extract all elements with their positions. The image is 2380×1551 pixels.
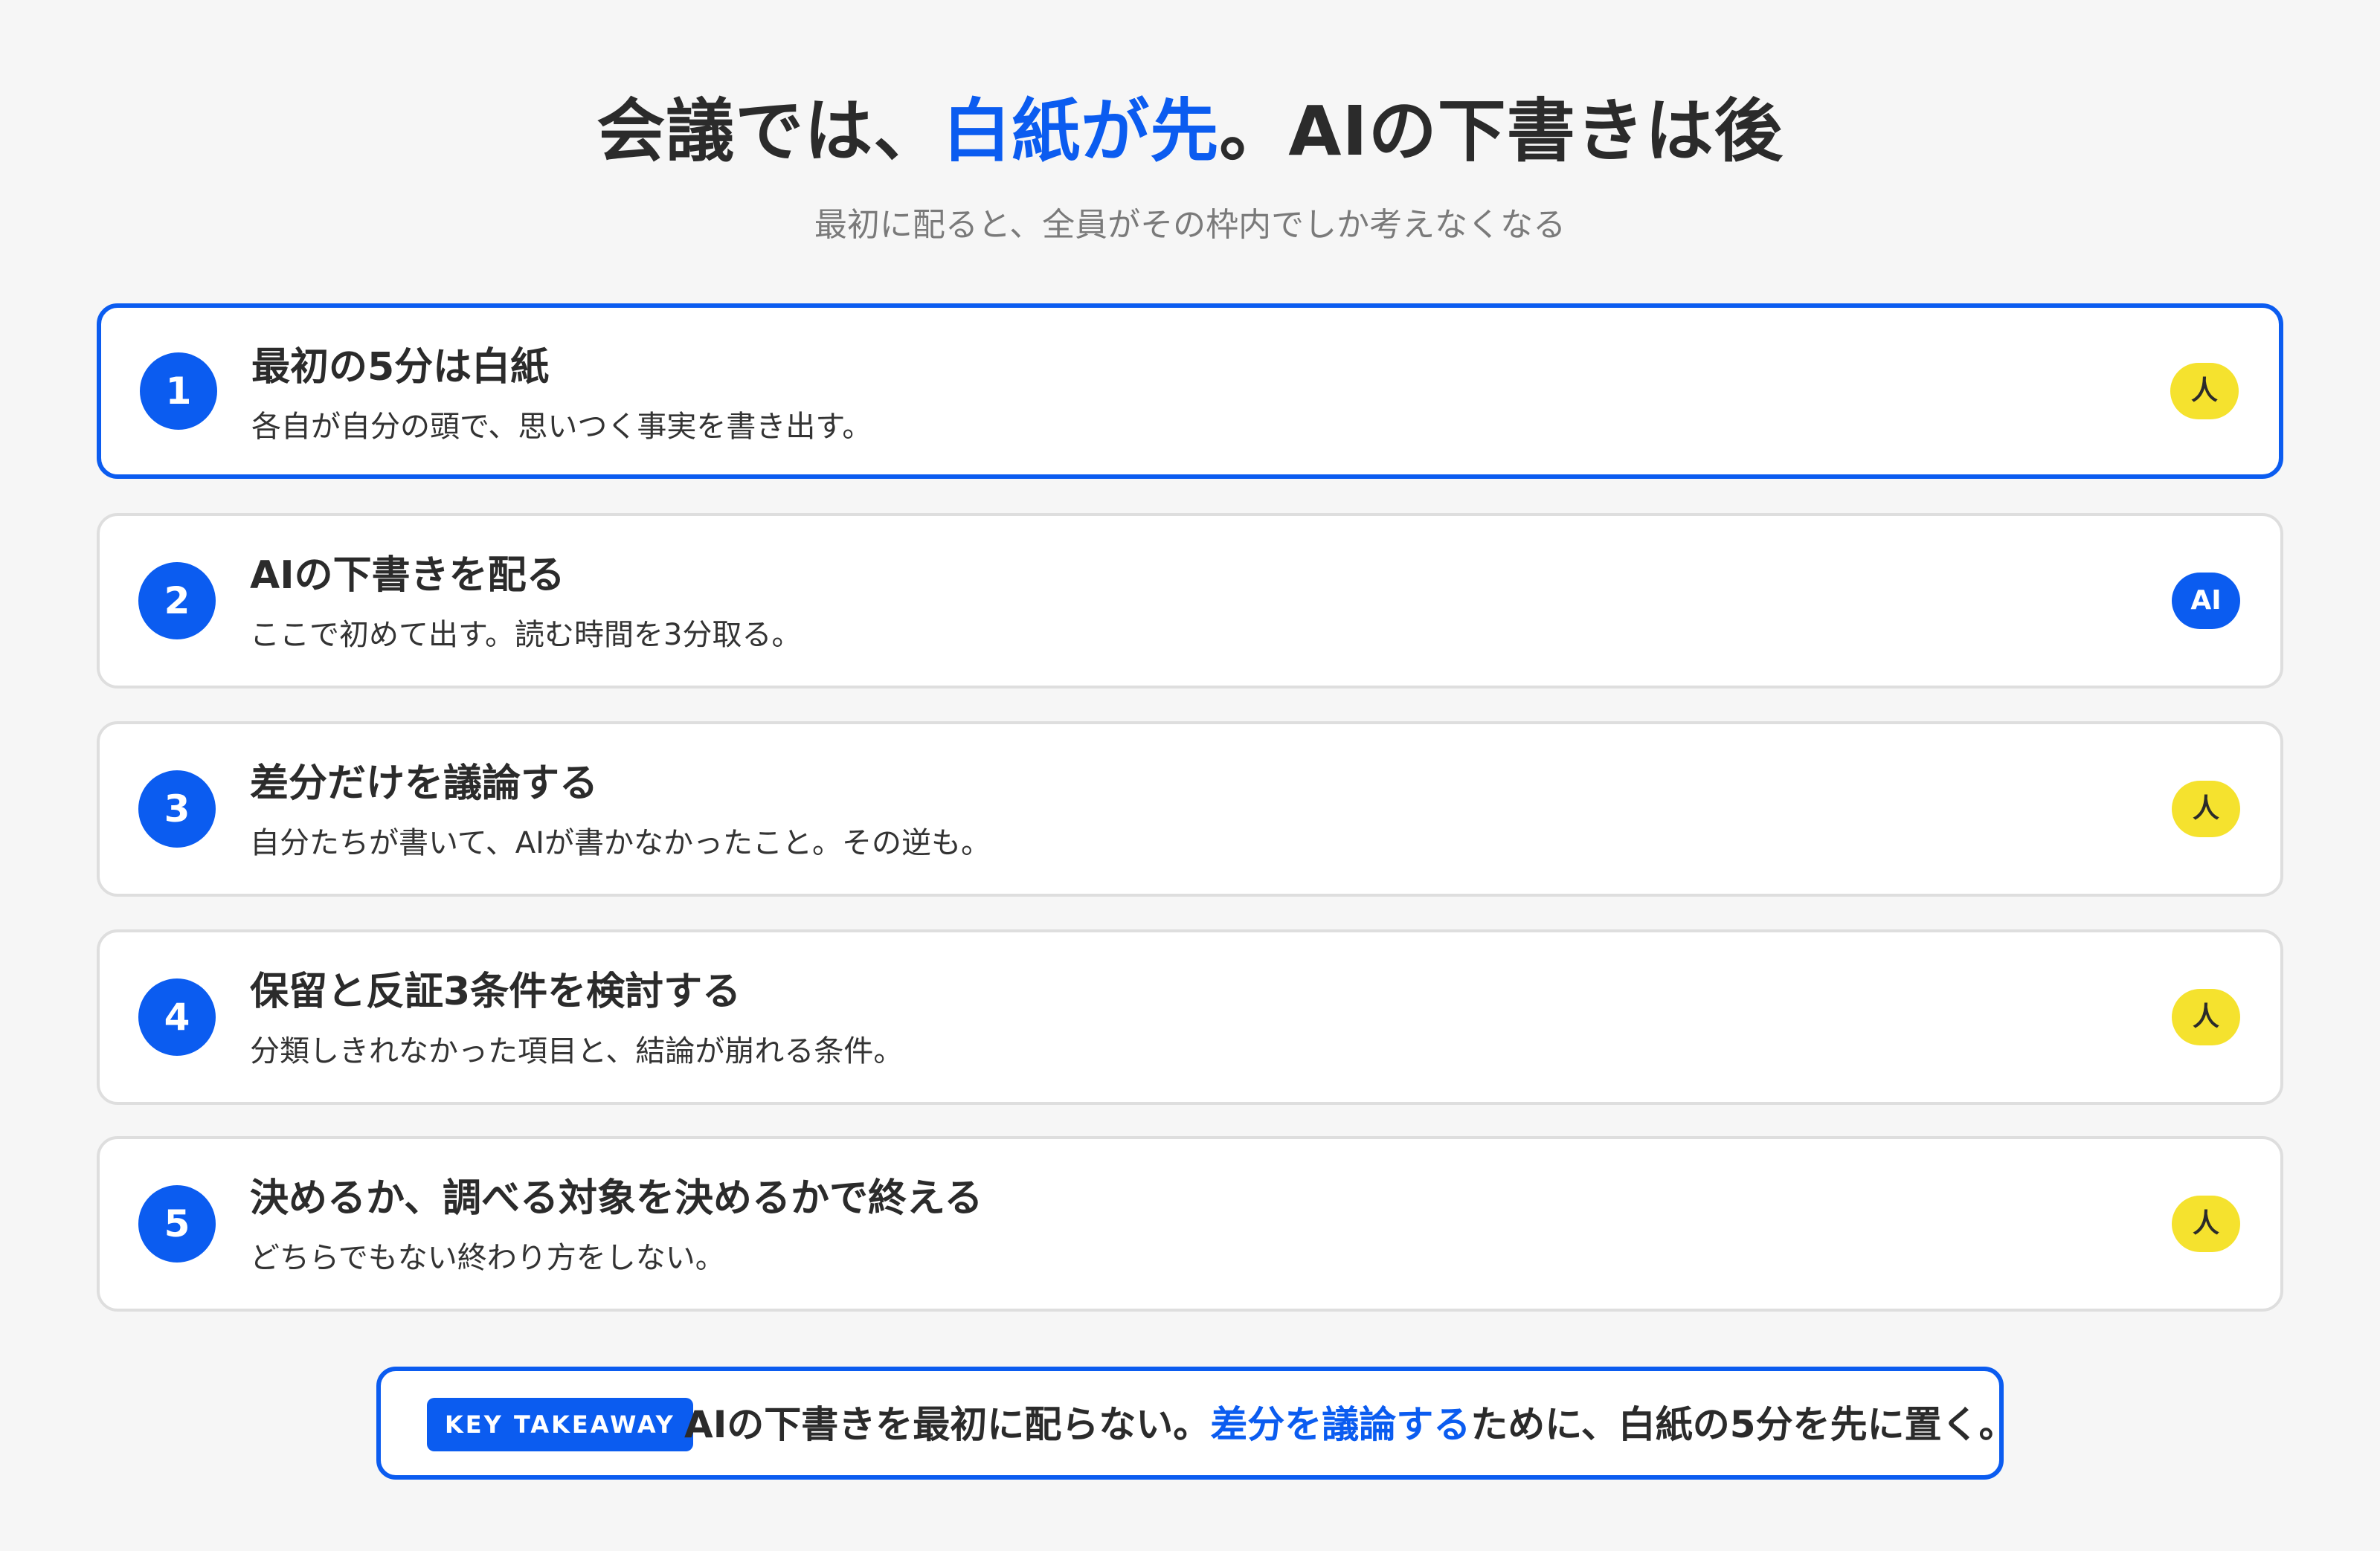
slide: 会議では、白紙が先。AIの下書きは後 最初に配ると、全員がその枠内でしか考えなく… (0, 0, 2380, 1551)
step-card-1: 1 最初の5分は白紙 各自が自分の頭で、思いつく事実を書き出す。 人 (97, 303, 2283, 479)
title-pre: 会議では、 (596, 91, 943, 171)
takeaway-pre: AIの下書きを最初に配らない。 (684, 1403, 1211, 1446)
step-title: 最初の5分は白紙 (251, 345, 550, 390)
step-description: ここで初めて出す。読む時間を3分取る。 (250, 618, 802, 652)
takeaway-accent: 差分を議論する (1210, 1403, 1471, 1446)
human-badge: 人 (2172, 781, 2240, 837)
step-description: どちらでもない終わり方をしない。 (250, 1241, 725, 1275)
ai-badge: AI (2172, 573, 2240, 629)
page-title: 会議では、白紙が先。AIの下書きは後 (0, 83, 2380, 180)
step-description: 各自が自分の頭で、思いつく事実を書き出す。 (251, 410, 872, 444)
step-title: 決めるか、調べる対象を決めるかで終える (250, 1176, 983, 1221)
step-description: 自分たちが書いて、AIが書かなかったこと。その逆も。 (250, 826, 991, 860)
key-takeaway-tag: KEY TAKEAWAY (427, 1398, 693, 1451)
human-badge: 人 (2172, 989, 2240, 1045)
step-number: 1 (140, 352, 217, 430)
step-card-4: 4 保留と反証3条件を検討する 分類しきれなかった項目と、結論が崩れる条件。 人 (97, 929, 2283, 1105)
human-badge: 人 (2170, 363, 2239, 419)
step-number: 4 (138, 978, 216, 1056)
title-post: 。AIの下書きは後 (1219, 91, 1784, 171)
human-badge: 人 (2172, 1196, 2240, 1252)
step-title: AIの下書きを配る (250, 553, 565, 598)
step-description: 分類しきれなかった項目と、結論が崩れる条件。 (250, 1034, 904, 1068)
step-number: 2 (138, 562, 216, 639)
key-takeaway-text: AIの下書きを最初に配らない。差分を議論するために、白紙の5分を先に置く。 (684, 1396, 2016, 1453)
key-takeaway-box: KEY TAKEAWAY AIの下書きを最初に配らない。差分を議論するために、白… (376, 1367, 2016, 1480)
page-subtitle: 最初に配ると、全員がその枠内でしか考えなくなる (814, 206, 1566, 244)
step-card-2: 2 AIの下書きを配る ここで初めて出す。読む時間を3分取る。 AI (97, 513, 2283, 689)
step-title: 差分だけを議論する (250, 761, 599, 806)
step-card-5: 5 決めるか、調べる対象を決めるかで終える どちらでもない終わり方をしない。 人 (97, 1136, 2283, 1312)
step-number: 3 (138, 770, 216, 848)
step-card-3: 3 差分だけを議論する 自分たちが書いて、AIが書かなかったこと。その逆も。 人 (97, 721, 2283, 897)
step-title: 保留と反証3条件を検討する (250, 970, 742, 1014)
takeaway-post: ために、白紙の5分を先に置く。 (1470, 1403, 2016, 1446)
step-number: 5 (138, 1185, 216, 1263)
title-accent: 白紙が先 (942, 91, 1220, 171)
